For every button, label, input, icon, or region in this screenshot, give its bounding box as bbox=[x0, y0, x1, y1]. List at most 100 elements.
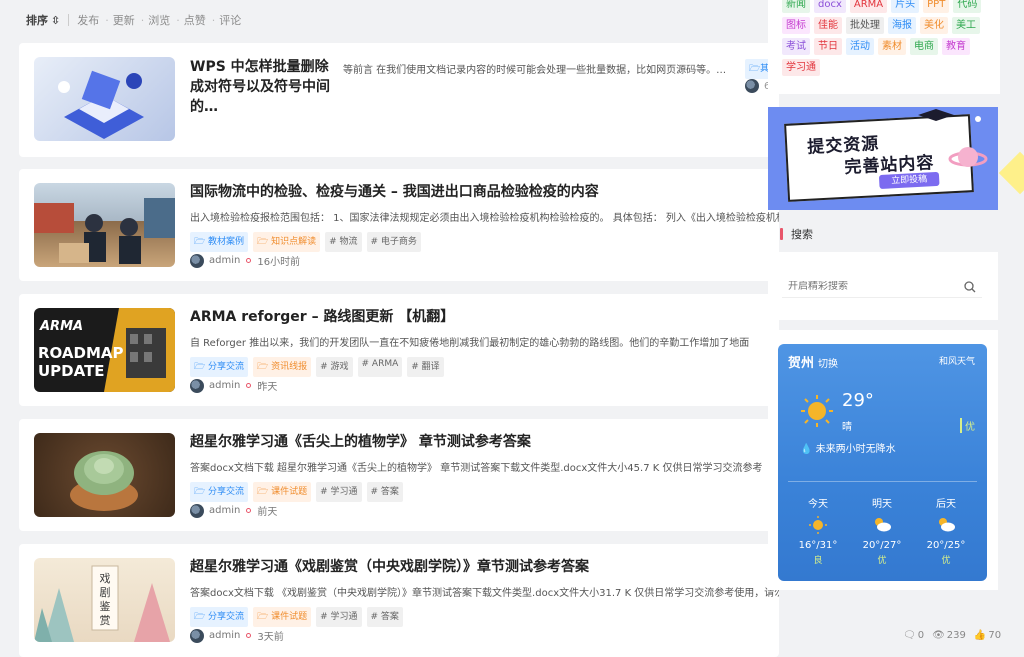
post-excerpt: 答案docx文档下载 超星尔雅学习通《舌尖上的植物学》 章节测试答案下载文件类型… bbox=[190, 463, 763, 474]
hashtag[interactable]: # 电子商务 bbox=[366, 232, 421, 252]
tag-cloud-item[interactable]: 教育 bbox=[942, 38, 970, 55]
banner-card: 提交资源 完善站内容 立即投稿 bbox=[784, 114, 974, 202]
post-time: 3天前 bbox=[257, 632, 284, 643]
tag-cloud-item[interactable]: 考试 bbox=[782, 38, 810, 55]
sort-option-comments[interactable]: 评论 bbox=[219, 12, 241, 28]
author-name[interactable]: admin bbox=[209, 255, 240, 266]
likes-count[interactable]: 👍 70 bbox=[974, 630, 1001, 641]
tag-cloud-item[interactable]: 批处理 bbox=[846, 17, 884, 34]
tag-cloud-item[interactable]: 代码 bbox=[953, 0, 982, 13]
avatar[interactable] bbox=[190, 378, 204, 393]
avatar[interactable] bbox=[190, 503, 204, 518]
tag-cloud-widget: 新闻 docx ARMA 片头 PPT 代码图标 佳能 批处理 海报 美化 美工考试 节日 活动 素材 电商… bbox=[768, 0, 1000, 94]
category-tag[interactable]: 🗁 教材案例 bbox=[190, 232, 249, 252]
weather-brand[interactable]: 和风天气 bbox=[939, 354, 975, 367]
hashtag[interactable]: # 答案 bbox=[366, 607, 403, 627]
avatar[interactable] bbox=[190, 253, 204, 268]
post-title[interactable]: 超星尔雅学习通《舌尖上的植物学》 章节测试参考答案 bbox=[190, 431, 531, 451]
search-input[interactable] bbox=[788, 281, 948, 292]
tag-cloud-item[interactable]: 新闻 bbox=[782, 0, 810, 13]
category-tag[interactable]: 🗁 课件试题 bbox=[253, 607, 312, 627]
hashtag[interactable]: # ARMA bbox=[357, 357, 403, 377]
hashtag[interactable]: # 游戏 bbox=[316, 357, 353, 377]
post-card[interactable]: 国际物流中的检验、检疫与通关 – 我国进出口商品检验检疫的内容 出入境检验检疫报… bbox=[19, 169, 779, 281]
post-thumbnail[interactable] bbox=[34, 57, 175, 141]
hashtag[interactable]: # 答案 bbox=[366, 482, 403, 502]
tag-cloud-item[interactable]: 佳能 bbox=[814, 17, 842, 34]
tag-cloud-item[interactable]: 电商 bbox=[910, 38, 938, 55]
sort-bar: 排序 ⇳ 发布 · 更新 · 浏览 · 点赞 · 评论 bbox=[26, 12, 242, 28]
hashtag[interactable]: # 学习通 bbox=[316, 482, 362, 502]
post-title[interactable]: ARMA reforger – 路线图更新 【机翻】 bbox=[190, 306, 454, 326]
tag-cloud-item[interactable]: 活动 bbox=[846, 38, 874, 55]
post-title[interactable]: 超星尔雅学习通《戏剧鉴赏（中央戏剧学院）》章节测试参考答案 bbox=[190, 556, 589, 576]
forecast-day: 明天 20°/27° 优 bbox=[852, 495, 912, 566]
cover-char-1: 戏 bbox=[100, 572, 111, 585]
post-meta: admin 3天前 bbox=[190, 628, 284, 643]
post-meta: 6 bbox=[745, 79, 770, 93]
post-card[interactable]: 戏 剧 鉴 赏 超星尔雅学习通《戏剧鉴赏（中央戏剧学院）》章节测试参考答案 答案… bbox=[19, 544, 779, 657]
hashtag[interactable]: # 学习通 bbox=[316, 607, 362, 627]
post-thumbnail[interactable]: 戏 剧 鉴 赏 bbox=[34, 558, 175, 642]
tag-cloud-item[interactable]: 美工 bbox=[952, 17, 980, 34]
post-card[interactable]: WPS 中怎样批量删除成对符号以及符号中间的… 等前言 在我们使用文档记录内容的… bbox=[19, 43, 779, 157]
tag-cloud-item[interactable]: 素材 bbox=[878, 38, 906, 55]
city-switch-link[interactable]: 切换 bbox=[818, 359, 838, 370]
post-title[interactable]: 国际物流中的检验、检疫与通关 – 我国进出口商品检验检疫的内容 bbox=[190, 181, 599, 201]
comments-count[interactable]: 🗨 0 bbox=[903, 630, 924, 641]
tag-cloud-item[interactable]: docx bbox=[814, 0, 846, 13]
post-excerpt: 等前言 在我们使用文档记录内容的时候可能会处理一些批量数据，比如网页源码等。… bbox=[343, 65, 727, 76]
hashtag[interactable]: # 物流 bbox=[325, 232, 362, 252]
category-tag[interactable]: 🗁 分享交流 bbox=[190, 357, 249, 377]
category-tag[interactable]: 🗁 分享交流 bbox=[190, 482, 249, 502]
submit-resource-banner[interactable]: 提交资源 完善站内容 立即投稿 bbox=[768, 107, 998, 210]
tag-cloud: 新闻 docx ARMA 片头 PPT 代码图标 佳能 批处理 海报 美化 美工考试 节日 活动 素材 电商… bbox=[782, 0, 992, 76]
submit-button[interactable]: 立即投稿 bbox=[878, 171, 940, 190]
weather-city: 贺州 切换 bbox=[788, 356, 839, 371]
author-name[interactable]: admin bbox=[209, 380, 240, 391]
tag-cloud-item[interactable]: 海报 bbox=[888, 17, 916, 34]
category-tag[interactable]: 🗁 课件试题 bbox=[253, 482, 312, 502]
search-icon[interactable] bbox=[964, 280, 976, 293]
sort-option-update[interactable]: 更新 bbox=[113, 12, 135, 28]
forecast-day: 今天 16°/31° 良 bbox=[788, 495, 848, 566]
category-tag[interactable]: 🗁 知识点解读 bbox=[253, 232, 321, 252]
air-quality: 优 bbox=[960, 418, 975, 433]
clock-icon bbox=[246, 258, 252, 263]
sort-option-views[interactable]: 浏览 bbox=[148, 12, 170, 28]
post-meta: admin 昨天 bbox=[190, 378, 277, 393]
avatar[interactable] bbox=[190, 628, 204, 643]
post-title[interactable]: WPS 中怎样批量删除成对符号以及符号中间的… bbox=[190, 57, 338, 117]
author-name[interactable]: admin bbox=[209, 630, 240, 641]
sort-label: 排序 bbox=[26, 14, 48, 27]
post-thumbnail[interactable] bbox=[34, 183, 175, 267]
post-stats: 🗨 0 👁 239 👍 70 bbox=[903, 630, 1001, 641]
category-tag[interactable]: 🗁 资讯线报 bbox=[253, 357, 312, 377]
tag-cloud-item[interactable]: ARMA bbox=[849, 0, 888, 13]
sort-button[interactable]: 排序 ⇳ bbox=[26, 12, 60, 28]
post-thumbnail[interactable] bbox=[34, 433, 175, 517]
sort-option-publish[interactable]: 发布 bbox=[77, 12, 99, 28]
hashtag[interactable]: # 翻译 bbox=[407, 357, 444, 377]
post-thumbnail[interactable]: ARMA ROADMAP UPDATE bbox=[34, 308, 175, 392]
post-tags: 🗁 分享交流 🗁 课件试题 # 学习通 # 答案 bbox=[190, 482, 403, 502]
sort-option-likes[interactable]: 点赞 bbox=[184, 12, 206, 28]
tag-cloud-item[interactable]: 美化 bbox=[920, 17, 948, 34]
category-tag[interactable]: 🗁 分享交流 bbox=[190, 607, 249, 627]
post-card[interactable]: 超星尔雅学习通《舌尖上的植物学》 章节测试参考答案 答案docx文档下载 超星尔… bbox=[19, 419, 779, 531]
post-excerpt: 自 Reforger 推出以来，我们的开发团队一直在不知疲倦地削减我们最初制定的… bbox=[190, 338, 750, 349]
tag-cloud-item[interactable]: 片头 bbox=[891, 0, 920, 13]
avatar[interactable] bbox=[745, 79, 759, 93]
tag-cloud-item[interactable]: 学习通 bbox=[782, 59, 820, 76]
post-time: 16小时前 bbox=[257, 257, 301, 268]
post-card[interactable]: ARMA ROADMAP UPDATE ARMA reforger – 路线图更… bbox=[19, 294, 779, 406]
current-temperature: 29° bbox=[842, 390, 874, 411]
tag-cloud-item[interactable]: 图标 bbox=[782, 17, 810, 34]
weather-widget: 贺州 切换 和风天气 29° 晴 优 💧 未来两小时无降水 今天 16°/31° … bbox=[778, 344, 987, 581]
author-name[interactable]: admin bbox=[209, 505, 240, 516]
sun-icon bbox=[788, 516, 848, 534]
tag-cloud-item[interactable]: PPT bbox=[923, 0, 950, 13]
precipitation-note: 💧 未来两小时无降水 bbox=[800, 444, 896, 455]
cover-char-2: 剧 bbox=[100, 586, 111, 599]
tag-cloud-item[interactable]: 节日 bbox=[814, 38, 842, 55]
